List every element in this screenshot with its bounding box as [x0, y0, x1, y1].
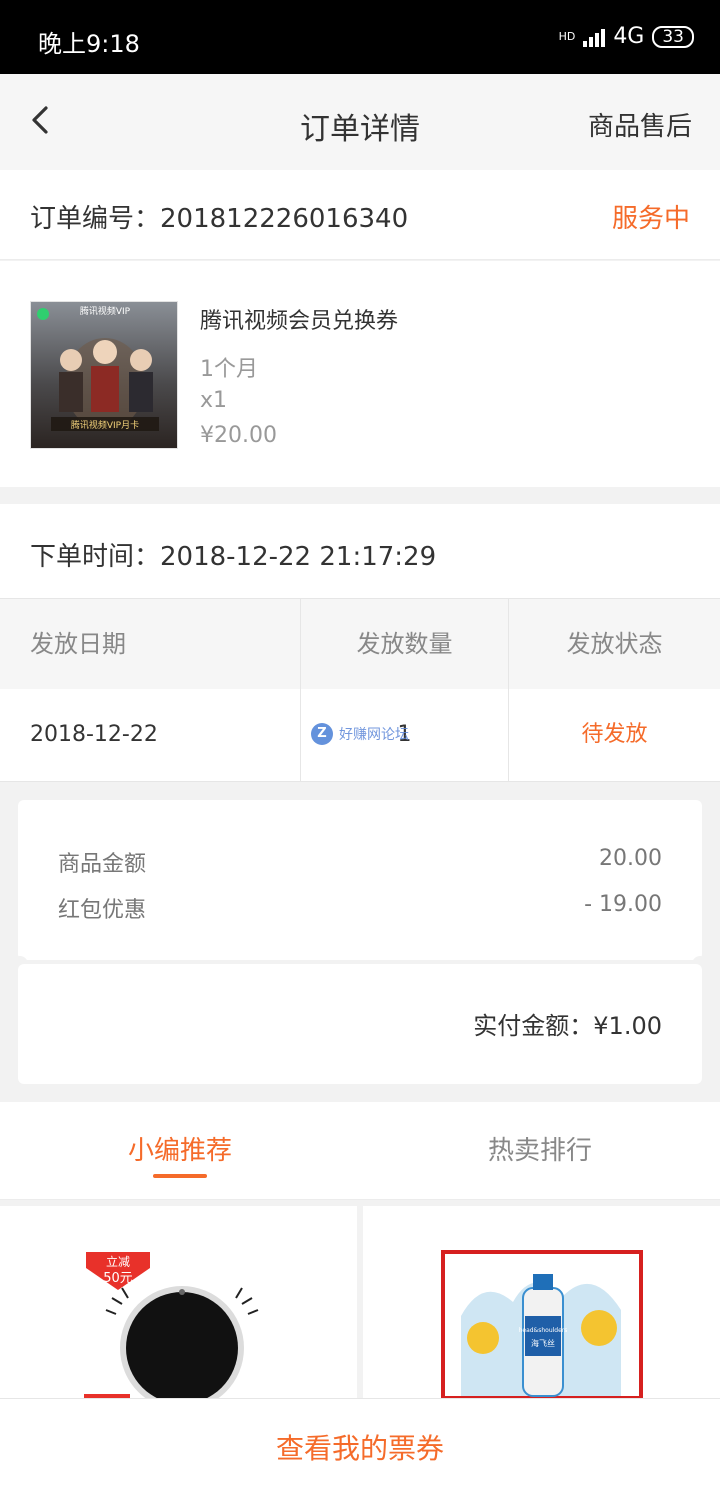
order-status: 服务中 — [611, 204, 690, 234]
order-number-row: 订单编号：201812226016340 服务中 — [0, 170, 720, 260]
after-sales-button[interactable]: 商品售后 — [588, 106, 692, 143]
watermark-logo-icon: Z — [311, 723, 333, 745]
recommend-tabs: 小编推荐 热卖排行 — [0, 1102, 720, 1200]
back-arrow-icon[interactable] — [26, 100, 56, 140]
order-time: 下单时间：2018-12-22 21:17:29 — [30, 542, 437, 572]
tab-indicator — [153, 1174, 207, 1178]
coupon-value: - 19.00 — [584, 892, 662, 917]
goods-amount-value: 20.00 — [599, 846, 662, 871]
thumb-brand-text: 腾讯视频VIP — [80, 305, 131, 317]
goods-amount-label: 商品金额 — [58, 852, 147, 877]
product-quantity: x1 — [200, 388, 228, 413]
recommend-item-robot-vacuum[interactable]: 立减 50元 — [0, 1206, 357, 1398]
battery-icon: 33 — [652, 25, 694, 48]
hd-icon: HD — [558, 30, 576, 43]
thumb-caption-text: 腾讯视频VIP月卡 — [71, 419, 139, 431]
order-number: 订单编号：201812226016340 — [30, 204, 409, 234]
view-my-tickets-button[interactable]: 查看我的票券 — [0, 1399, 720, 1499]
network-type: 4G — [613, 24, 645, 49]
order-time-row: 下单时间：2018-12-22 21:17:29 — [0, 504, 720, 598]
bottle-cn-text: 海飞丝 — [531, 1338, 555, 1348]
header-date: 发放日期 — [30, 630, 126, 658]
product-spec: 1个月 — [200, 357, 258, 382]
status-bar: 晚上9:18 HD 4G 33 — [0, 0, 720, 74]
discount-line2: 50元 — [103, 1271, 133, 1286]
row-date: 2018-12-22 — [30, 722, 158, 747]
product-name: 腾讯视频会员兑换券 — [200, 309, 399, 334]
distribution-table: 发放日期 发放数量 发放状态 2018-12-22 1 Z 好赚网论坛 待发放 — [0, 598, 720, 782]
bottom-bar: 查看我的票券 — [0, 1398, 720, 1499]
table-row: 2018-12-22 1 Z 好赚网论坛 待发放 — [0, 689, 720, 781]
recommend-item-shampoo[interactable]: head&shoulders 海飞丝 — [363, 1206, 720, 1398]
coupon-label: 红包优惠 — [58, 898, 147, 923]
product-price: ¥20.00 — [200, 423, 277, 448]
recommend-grid: 立减 50元 head&shoulders 海飞丝 — [0, 1202, 720, 1398]
paid-amount: 实付金额：¥1.00 — [473, 1012, 662, 1040]
bottle-brand-text: head&shoulders — [519, 1327, 568, 1334]
table-header: 发放日期 发放数量 发放状态 — [0, 599, 720, 689]
amount-summary: 商品金额 20.00 红包优惠 - 19.00 — [18, 800, 702, 960]
tab-hot-ranking[interactable]: 热卖排行 — [360, 1102, 720, 1200]
status-time: 晚上9:18 — [38, 30, 140, 58]
signal-icon — [583, 27, 606, 47]
watermark-text: 好赚网论坛 — [339, 727, 409, 743]
header-status: 发放状态 — [566, 630, 663, 658]
nav-bar: 订单详情 商品售后 — [0, 74, 720, 170]
status-icons: HD 4G 33 — [559, 24, 694, 49]
product-card[interactable]: 腾讯视频VIP 腾讯视频VIP月卡 腾讯视频会员兑换券 1个月 x1 ¥20.0… — [0, 261, 720, 487]
header-quantity: 发放数量 — [356, 630, 453, 658]
row-status: 待发放 — [581, 722, 648, 747]
tab-editor-picks[interactable]: 小编推荐 — [0, 1102, 360, 1200]
amount-total-card: 实付金额：¥1.00 — [18, 964, 702, 1084]
discount-line1: 立减 — [106, 1254, 130, 1269]
product-thumbnail: 腾讯视频VIP 腾讯视频VIP月卡 — [30, 301, 178, 449]
watermark: Z 好赚网论坛 — [311, 723, 409, 745]
